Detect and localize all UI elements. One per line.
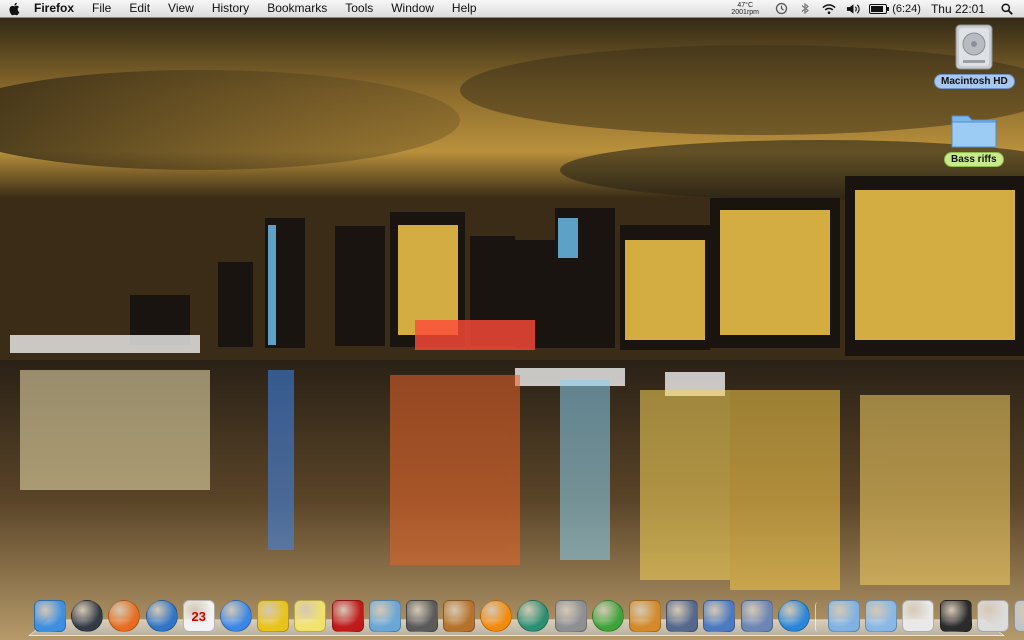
mail-icon[interactable] bbox=[902, 600, 935, 632]
battery-time: (6:24) bbox=[892, 2, 921, 15]
folder-icon bbox=[951, 115, 997, 148]
menu-view[interactable]: View bbox=[159, 0, 203, 17]
system-preferences-icon[interactable] bbox=[554, 600, 587, 632]
dock: 23 bbox=[28, 596, 1024, 636]
spotlight-icon[interactable] bbox=[1000, 2, 1014, 16]
desktop-icon-label: Bass riffs bbox=[944, 152, 1004, 167]
volume-icon[interactable] bbox=[846, 2, 860, 16]
keynote-icon[interactable] bbox=[629, 600, 661, 632]
bluetooth-icon[interactable] bbox=[798, 2, 812, 16]
imovie-icon[interactable] bbox=[405, 600, 438, 632]
hard-drive-icon bbox=[955, 24, 993, 70]
desktop-icon-label: Macintosh HD bbox=[934, 74, 1015, 89]
downloads-icon[interactable] bbox=[976, 600, 1009, 632]
vlc-icon[interactable] bbox=[480, 600, 513, 632]
calendar-date: 23 bbox=[191, 608, 206, 624]
menu-edit[interactable]: Edit bbox=[120, 0, 159, 17]
battery-icon bbox=[869, 3, 890, 14]
desktop-icon-bass-riffs[interactable]: Bass riffs bbox=[944, 110, 1004, 167]
menu-file[interactable]: File bbox=[83, 0, 120, 17]
finder-icon[interactable] bbox=[34, 600, 66, 632]
applications-folder-icon[interactable] bbox=[827, 600, 860, 632]
trash-icon[interactable] bbox=[1013, 600, 1024, 632]
apple-icon[interactable] bbox=[0, 0, 28, 17]
documents-folder-icon[interactable] bbox=[865, 600, 898, 632]
menu-bookmarks[interactable]: Bookmarks bbox=[258, 0, 336, 17]
menu-tools[interactable]: Tools bbox=[336, 0, 382, 17]
menu-window[interactable]: Window bbox=[382, 0, 443, 17]
calendar-icon[interactable]: 23 bbox=[182, 600, 215, 632]
iphoto-icon[interactable] bbox=[368, 600, 401, 632]
automator-icon[interactable] bbox=[666, 600, 699, 632]
menu-history[interactable]: History bbox=[203, 0, 258, 17]
stickies-icon[interactable] bbox=[294, 600, 327, 632]
terminal-icon[interactable] bbox=[939, 600, 972, 632]
dock-separator bbox=[814, 602, 822, 632]
wifi-icon[interactable] bbox=[822, 2, 836, 16]
menu-bar: Firefox File Edit View History Bookmarks… bbox=[0, 0, 1024, 18]
utorrent-icon[interactable] bbox=[591, 600, 624, 632]
temperature-value: 47°C bbox=[737, 1, 754, 9]
time-machine-icon[interactable] bbox=[774, 2, 788, 16]
photobooth-icon[interactable] bbox=[331, 600, 364, 632]
grapher-icon[interactable] bbox=[703, 600, 736, 632]
status-area: 47°C 2001rpm (6:24) Thu 22:01 bbox=[725, 0, 1024, 17]
menu-app-firefox[interactable]: Firefox bbox=[28, 0, 83, 17]
fan-speed-value: 2001rpm bbox=[731, 8, 760, 16]
menu-clock[interactable]: Thu 22:01 bbox=[931, 2, 985, 16]
firefox-icon[interactable] bbox=[108, 600, 141, 632]
dashboard-icon[interactable] bbox=[71, 600, 104, 632]
thunderbird-icon[interactable] bbox=[145, 600, 178, 632]
menu-help[interactable]: Help bbox=[443, 0, 486, 17]
temperature-monitor[interactable]: 47°C 2001rpm bbox=[725, 2, 765, 16]
quicktime-icon[interactable] bbox=[777, 600, 810, 632]
battery-status[interactable]: (6:24) bbox=[869, 3, 921, 15]
itunes-icon[interactable] bbox=[219, 600, 252, 632]
preview-icon[interactable] bbox=[740, 600, 773, 632]
dock-icons: 23 bbox=[34, 596, 1024, 632]
desktop-icon-macintosh-hd[interactable]: Macintosh HD bbox=[934, 22, 1015, 89]
cyberduck-icon[interactable] bbox=[257, 600, 290, 632]
desktop-wallpaper bbox=[0, 0, 1024, 640]
time-machine-app-icon[interactable] bbox=[517, 600, 550, 632]
garageband-icon[interactable] bbox=[443, 600, 476, 632]
